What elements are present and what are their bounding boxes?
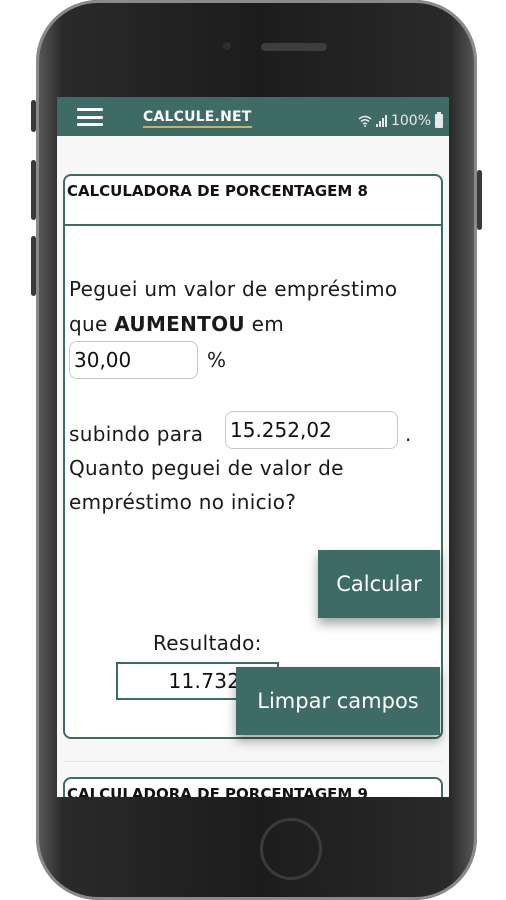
volume-up-button xyxy=(31,160,36,220)
rising-to-label: subindo para xyxy=(69,422,204,446)
period-mark: . xyxy=(405,422,412,446)
question-line-1: Peguei um valor de empréstimo xyxy=(69,277,398,301)
home-button[interactable] xyxy=(260,818,322,880)
question-line-6: empréstimo no inicio? xyxy=(69,490,297,514)
question-line-2: que AUMENTOU em xyxy=(69,312,284,336)
percent-sign: % xyxy=(207,348,227,372)
battery-icon xyxy=(435,112,443,128)
line2-prefix: que xyxy=(69,312,108,336)
increase-keyword: AUMENTOU xyxy=(114,312,245,336)
power-button xyxy=(477,170,482,230)
signal-icon xyxy=(375,115,387,127)
hamburger-menu-icon[interactable] xyxy=(77,108,103,126)
wifi-icon xyxy=(358,115,372,127)
next-calculator-card: CALCULADORA DE PORCENTAGEM 9 xyxy=(63,777,443,797)
clear-fields-button[interactable]: Limpar campos xyxy=(236,667,440,735)
card-title: CALCULADORA DE PORCENTAGEM 8 xyxy=(65,176,441,226)
status-bar: 100% xyxy=(358,112,443,129)
earpiece-speaker xyxy=(261,43,327,51)
calculate-button[interactable]: Calcular xyxy=(318,550,440,618)
calculator-card: CALCULADORA DE PORCENTAGEM 8 Peguei um v… xyxy=(63,174,443,739)
mute-switch xyxy=(31,100,36,132)
volume-down-button xyxy=(31,236,36,296)
final-value-input[interactable] xyxy=(225,411,398,449)
line2-suffix: em xyxy=(251,312,285,336)
result-label: Resultado: xyxy=(153,631,262,655)
front-camera xyxy=(223,42,231,50)
brand-logo[interactable]: CALCULE.NET xyxy=(143,109,252,128)
question-line-5: Quanto peguei de valor de xyxy=(69,456,344,480)
phone-screen: CALCULE.NET 100% CALCULADORA DE PORCENTA… xyxy=(57,97,449,797)
app-bar: CALCULE.NET 100% xyxy=(57,97,449,136)
section-divider xyxy=(63,761,443,762)
percent-input[interactable] xyxy=(69,341,198,379)
battery-percent: 100% xyxy=(390,113,431,129)
